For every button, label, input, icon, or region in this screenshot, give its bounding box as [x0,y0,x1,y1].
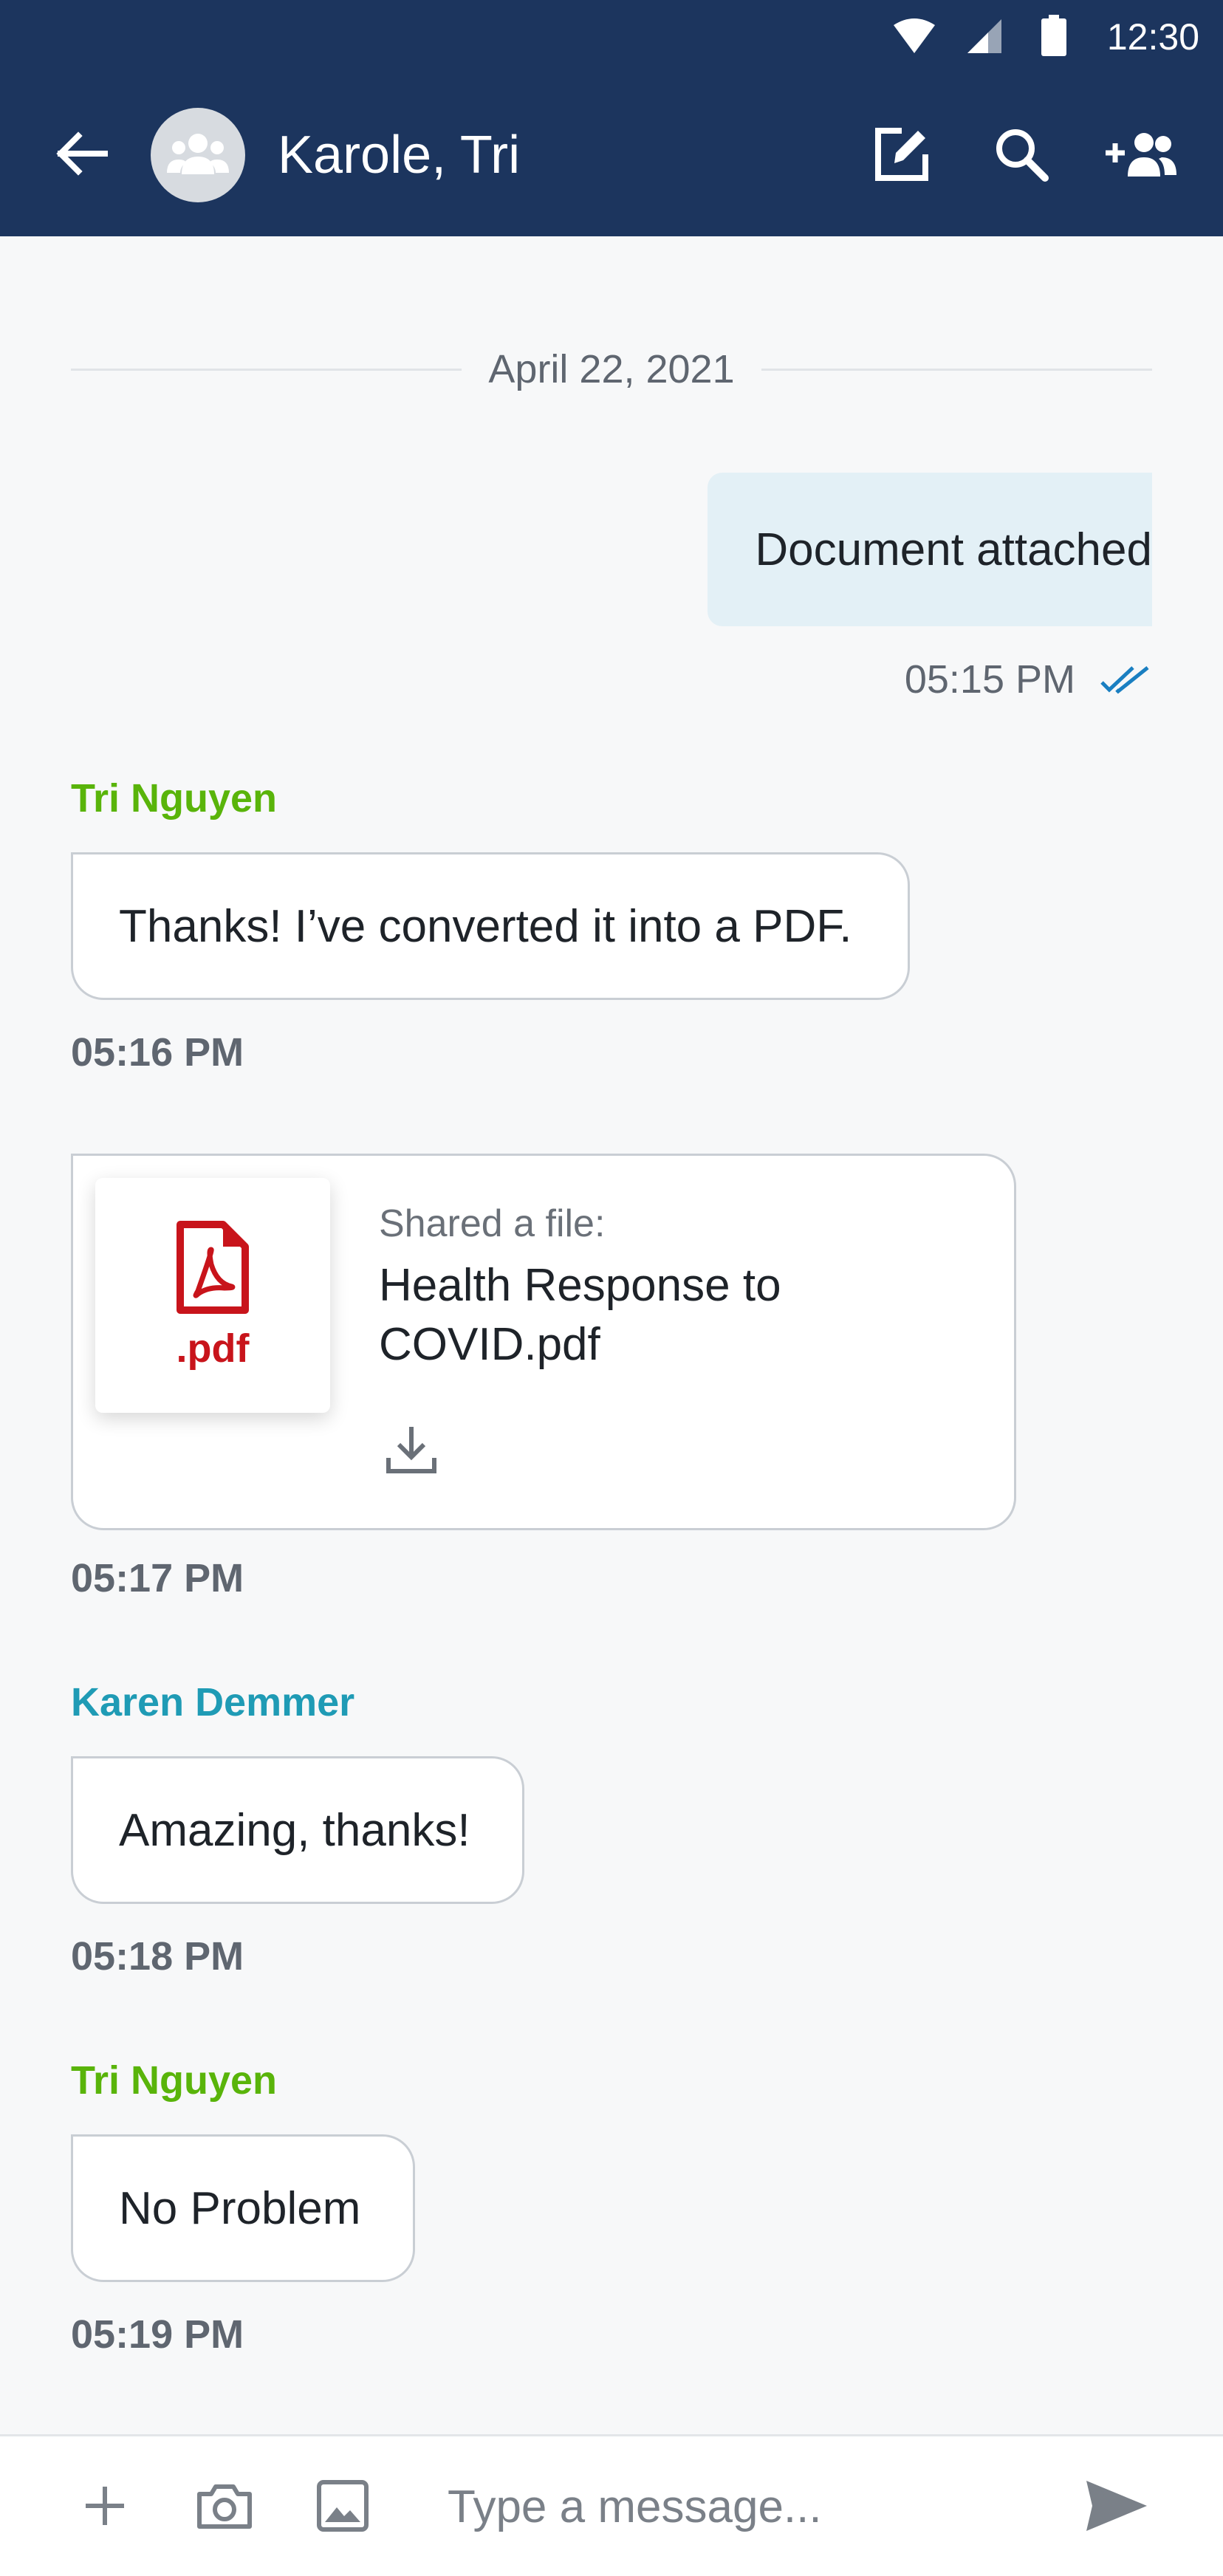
file-extension: .pdf [176,1326,250,1371]
message-time: 05:17 PM [71,1556,244,1600]
status-bar: 12:30 [0,0,1223,74]
file-name[interactable]: Health Response to COVID.pdf [379,1256,984,1374]
incoming-message[interactable]: Thanks! I’ve converted it into a PDF. [71,852,910,1000]
message-time: 05:18 PM [71,1934,244,1979]
image-icon [316,2479,369,2536]
edit-icon [872,125,931,188]
sender-name[interactable]: Tri Nguyen [71,2058,277,2103]
search-button[interactable] [981,115,1062,196]
back-button[interactable] [44,118,118,192]
send-icon [1085,2479,1148,2536]
message-time: 05:19 PM [71,2312,244,2357]
app-header: 12:30 Karole, Tri [0,0,1223,236]
battery-icon [1041,15,1066,60]
chat-title[interactable]: Karole, Tri [278,124,520,186]
divider [761,368,1153,371]
camera-icon [196,2482,253,2533]
double-check-icon [1100,665,1152,694]
group-icon [167,131,229,179]
outgoing-meta: 05:15 PM [905,650,1152,709]
add-people-button[interactable] [1100,115,1182,196]
message-composer [0,2434,1223,2576]
incoming-message[interactable]: No Problem [71,2134,415,2282]
arrow-left-icon [55,131,108,179]
search-icon [993,126,1049,186]
attach-button[interactable] [68,2470,142,2544]
camera-button[interactable] [188,2470,261,2544]
file-attachment-card[interactable]: .pdf Shared a file: Health Response to C… [71,1154,1016,1530]
gallery-button[interactable] [306,2470,380,2544]
message-time: 05:16 PM [71,1030,244,1075]
message-list[interactable]: April 22, 2021 Document attached 05:15 P… [0,236,1223,2434]
date-separator: April 22, 2021 [71,340,1153,399]
send-button[interactable] [1080,2470,1154,2544]
sender-name[interactable]: Tri Nguyen [71,775,277,821]
pdf-file-icon [176,1220,250,1318]
file-shared-label: Shared a file: [379,1202,606,1245]
message-time: 05:15 PM [904,657,1075,702]
edit-button[interactable] [861,115,942,196]
wifi-icon [892,18,936,60]
file-thumbnail[interactable]: .pdf [95,1178,330,1413]
group-avatar[interactable] [151,108,245,202]
divider [71,368,462,371]
plus-icon [83,2484,127,2532]
download-icon [386,1424,437,1479]
add-people-icon [1104,131,1178,182]
status-time: 12:30 [1106,16,1199,58]
sender-name[interactable]: Karen Demmer [71,1679,354,1725]
signal-icon [966,18,1003,58]
incoming-message[interactable]: Amazing, thanks! [71,1756,524,1904]
chat-screen: 12:30 Karole, Tri April 22, 2021 Documen… [0,0,1223,2576]
date-label: April 22, 2021 [488,347,735,391]
message-input[interactable] [448,2466,1038,2547]
chat-toolbar: Karole, Tri [0,74,1223,236]
download-button[interactable] [376,1416,447,1487]
outgoing-message[interactable]: Document attached [708,473,1152,626]
